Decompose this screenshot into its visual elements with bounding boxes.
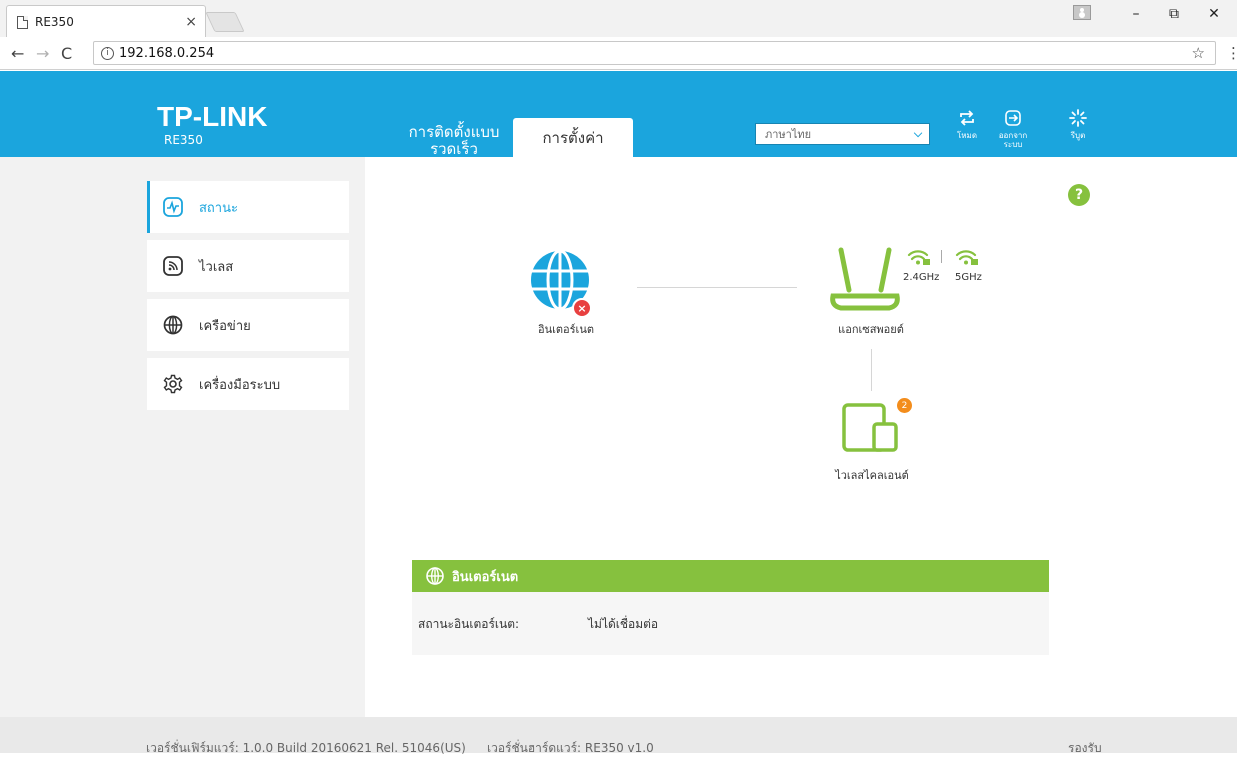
reboot-button[interactable]: รีบูต	[1057, 109, 1099, 140]
back-icon[interactable]: ←	[11, 44, 24, 63]
logout-icon	[992, 109, 1034, 130]
wireless-icon	[163, 256, 183, 276]
logout-button[interactable]: ออกจากระบบ	[992, 109, 1034, 149]
page-icon	[17, 15, 28, 29]
band-24-label: 2.4GHz	[903, 272, 940, 283]
band-divider	[941, 250, 942, 263]
sidebar-item-system-tools[interactable]: เครื่องมือระบบ	[147, 358, 349, 410]
sidebar-item-label: สถานะ	[199, 200, 238, 216]
wifi-24-icon	[907, 247, 931, 267]
restore-button[interactable]: ⧉	[1156, 0, 1192, 28]
bookmark-star-icon[interactable]: ☆	[1192, 44, 1205, 62]
reboot-label: รีบูต	[1070, 131, 1086, 140]
url-text: 192.168.0.254	[119, 45, 215, 61]
profile-icon[interactable]	[1073, 5, 1091, 20]
network-icon	[163, 315, 183, 335]
internet-node-label: อินเตอร์เนต	[538, 323, 594, 336]
band-5-label: 5GHz	[955, 272, 982, 283]
client-count-badge: 2	[895, 396, 914, 415]
info-icon[interactable]: i	[101, 46, 114, 60]
internet-status-value: ไม่ได้เชื่อมต่อ	[588, 617, 659, 631]
language-value: ภาษาไทย	[765, 128, 812, 141]
browser-tab[interactable]: RE350 ×	[6, 5, 206, 37]
sidebar-item-label: ไวเลส	[199, 259, 234, 275]
internet-status-label: สถานะอินเตอร์เนต:	[418, 617, 520, 631]
browser-tab-bar: RE350 × – ⧉ ✕	[0, 0, 1237, 37]
access-point-icon[interactable]	[829, 246, 909, 316]
internet-panel: อินเตอร์เนต สถานะอินเตอร์เนต: ไม่ได้เชื่…	[412, 560, 1049, 655]
url-input[interactable]: i 192.168.0.254 ☆	[93, 41, 1216, 65]
mode-icon	[946, 109, 988, 130]
access-point-label: แอกเซสพอยต์	[838, 323, 904, 336]
minimize-button[interactable]: –	[1118, 0, 1154, 28]
sidebar-item-label: เครือข่าย	[199, 318, 251, 334]
tab-close-icon[interactable]: ×	[185, 14, 197, 30]
sidebar-item-wireless[interactable]: ไวเลส	[147, 240, 349, 292]
wifi-5-icon	[955, 247, 979, 267]
new-tab-button[interactable]	[205, 12, 245, 32]
nav-quick-setup[interactable]: การติดตั้งแบบรวดเร็ว	[402, 124, 506, 158]
sidebar-item-status[interactable]: สถานะ	[147, 181, 349, 233]
panel-title: อินเตอร์เนต	[452, 569, 519, 585]
internet-error-icon: ×	[572, 298, 592, 318]
hardware-version: เวอร์ชั่นฮาร์ดแวร์: RE350 v1.0	[487, 741, 654, 755]
forward-icon[interactable]: →	[36, 44, 49, 63]
system-tools-icon	[163, 374, 183, 394]
address-bar: ← → C i 192.168.0.254 ☆ ⋮	[0, 37, 1237, 70]
wireless-clients-icon[interactable]	[841, 402, 901, 454]
logout-label: ออกจากระบบ	[998, 131, 1028, 149]
topology-link-line	[637, 287, 797, 288]
mode-label: โหมด	[956, 131, 978, 140]
sidebar-item-network[interactable]: เครือข่าย	[147, 299, 349, 351]
wireless-clients-label: ไวเลสไคลเอนต์	[835, 469, 909, 482]
nav-settings-tab[interactable]: การตั้งค่า	[513, 118, 633, 158]
globe-icon	[426, 567, 444, 585]
language-select[interactable]: ภาษาไทย ⌵	[755, 123, 930, 145]
support-link[interactable]: รองรับ	[1068, 739, 1102, 758]
status-icon	[163, 197, 183, 217]
reload-icon[interactable]: C	[61, 44, 72, 63]
chevron-down-icon: ⌵	[913, 127, 923, 140]
browser-menu-icon[interactable]: ⋮	[1226, 44, 1237, 62]
tab-title: RE350	[35, 15, 74, 29]
footer: เวอร์ชั่นเฟิร์มแวร์: 1.0.0 Build 2016062…	[0, 717, 1237, 755]
help-icon[interactable]: ?	[1068, 184, 1090, 206]
sidebar-item-label: เครื่องมือระบบ	[199, 377, 281, 393]
panel-header: อินเตอร์เนต	[412, 560, 1049, 592]
model-name: RE350	[164, 133, 203, 147]
close-window-button[interactable]: ✕	[1196, 0, 1232, 28]
mode-button[interactable]: โหมด	[946, 109, 988, 140]
firmware-version: เวอร์ชั่นเฟิร์มแวร์: 1.0.0 Build 2016062…	[146, 741, 466, 755]
brand-logo: TP-LINK	[157, 101, 268, 132]
reboot-icon	[1057, 109, 1099, 130]
topology-link-line	[871, 349, 872, 391]
